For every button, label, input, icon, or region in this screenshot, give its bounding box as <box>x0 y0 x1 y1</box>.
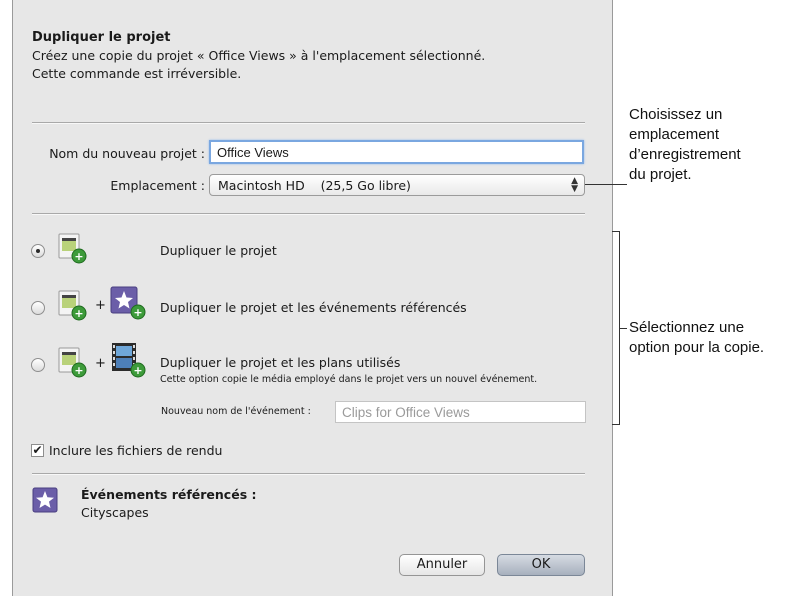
duplicate-project-dialog: Dupliquer le projet Créez une copie du p… <box>12 0 613 596</box>
project-name-label: Nom du nouveau projet : <box>49 146 205 161</box>
radio-duplicate-with-clips[interactable] <box>31 358 45 372</box>
callout-line: Sélectionnez une <box>629 319 745 336</box>
option-label-duplicate-with-clips: Dupliquer le projet et les plans utilisé… <box>160 355 401 370</box>
svg-text:+: + <box>133 306 142 319</box>
svg-text:+: + <box>133 364 142 377</box>
callout-bracket-tick <box>619 328 627 329</box>
svg-text:+: + <box>74 250 83 263</box>
callout-bracket-bottom <box>612 424 620 425</box>
callout-line: emplacement <box>629 126 720 143</box>
referenced-events-title: Événements référencés : <box>81 487 257 502</box>
dialog-warning: Cette commande est irréversible. <box>32 66 242 81</box>
radio-duplicate-project[interactable] <box>31 244 45 258</box>
radio-duplicate-with-events[interactable] <box>31 301 45 315</box>
event-name-input[interactable]: Clips for Office Views <box>335 401 586 423</box>
callout-leader-line <box>585 184 627 185</box>
separator <box>32 122 585 124</box>
project-name-input[interactable]: Office Views <box>209 140 584 164</box>
location-value: Macintosh HD (25,5 Go libre) <box>218 178 411 193</box>
event-star-icon <box>32 487 58 513</box>
callout-line: du projet. <box>629 166 692 183</box>
include-render-checkbox[interactable]: ✔ <box>31 444 44 457</box>
separator <box>32 473 585 475</box>
ok-button[interactable]: OK <box>497 554 585 576</box>
film-strip-icon: + <box>112 343 146 378</box>
callout-line: Choisissez un <box>629 106 723 123</box>
referenced-events-value: Cityscapes <box>81 505 149 520</box>
svg-text:+: + <box>74 307 83 320</box>
callout-location: Choisissez un emplacement d’enregistreme… <box>629 105 741 185</box>
location-label: Emplacement : <box>110 178 205 193</box>
plus-sign: + <box>95 356 106 371</box>
event-star-icon: + <box>110 286 146 320</box>
include-render-label: Inclure les fichiers de rendu <box>49 443 223 458</box>
callout-line: option pour la copie. <box>629 339 765 356</box>
callout-bracket-top <box>612 231 620 232</box>
cancel-button[interactable]: Annuler <box>399 554 485 576</box>
callout-line: d’enregistrement <box>629 146 741 163</box>
dialog-description: Créez une copie du projet « Office Views… <box>32 48 486 63</box>
location-select[interactable]: Macintosh HD (25,5 Go libre) ▲ ▼ <box>209 174 585 196</box>
option-note: Cette option copie le média employé dans… <box>160 374 538 385</box>
plus-sign: + <box>95 298 106 313</box>
dialog-title: Dupliquer le projet <box>32 30 171 45</box>
event-name-label: Nouveau nom de l'événement : <box>161 406 311 417</box>
project-clapper-icon: + <box>58 233 87 264</box>
callout-option: Sélectionnez une option pour la copie. <box>629 318 764 358</box>
updown-arrows-icon: ▲ ▼ <box>571 176 578 194</box>
option-label-duplicate-with-events: Dupliquer le projet et les événements ré… <box>160 300 467 315</box>
option-label-duplicate-project: Dupliquer le projet <box>160 243 277 258</box>
svg-text:+: + <box>74 364 83 377</box>
separator <box>32 213 585 215</box>
project-clapper-icon: + <box>58 347 87 378</box>
project-clapper-icon: + <box>58 290 87 321</box>
